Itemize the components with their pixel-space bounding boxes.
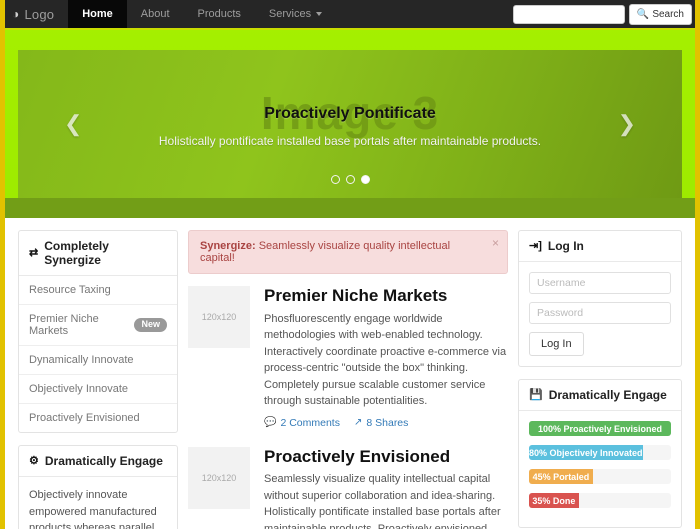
panel-body-engage: Objectively innovate empowered manufactu… — [19, 477, 177, 529]
nav-item-products[interactable]: Products — [184, 0, 255, 28]
carousel-title: Proactively Pontificate — [264, 105, 436, 122]
nav-item-about-label: About — [140, 8, 170, 20]
article-body: Proactively Envisioned Seamlessly visual… — [264, 447, 508, 529]
search-button[interactable]: 🔍 Search — [628, 3, 692, 25]
article-meta: 💬 2 Comments ↗ 8 Shares — [264, 417, 508, 429]
brand-label: Logo — [24, 6, 55, 22]
sidebar-item-label: Objectively Innovate — [29, 383, 129, 395]
sidebar-item-objectively-innovate[interactable]: Objectively Innovate — [19, 375, 177, 404]
sidebar-item-resource-taxing[interactable]: Resource Taxing — [19, 276, 177, 305]
panel-dramatically-engage-left: ⚙ Dramatically Engage Objectively innova… — [18, 445, 178, 529]
engage-description: Objectively innovate empowered manufactu… — [29, 489, 157, 529]
content-area: ⇄ Completely Synergize Resource Taxing P… — [5, 218, 695, 529]
gear-icon: ⚙ — [29, 454, 39, 467]
progress-track: 45% Portaled — [529, 469, 671, 484]
carousel-indicators — [18, 175, 682, 184]
panel-body-progress: 100% Proactively Envisioned 80% Objectiv… — [519, 411, 681, 527]
password-field[interactable] — [529, 302, 671, 324]
page-root: ◑ Logo Home About Products Services 🔍 Se… — [0, 0, 700, 529]
search-input[interactable] — [512, 4, 625, 24]
progress-bar-portaled: 45% Portaled — [529, 469, 593, 484]
brand-logo[interactable]: ◑ Logo — [5, 0, 68, 28]
article-comments[interactable]: 💬 2 Comments — [264, 417, 340, 429]
progress-track: 100% Proactively Envisioned — [529, 421, 671, 436]
badge-new: New — [134, 318, 167, 332]
article-item: 120x120 Proactively Envisioned Seamlessl… — [188, 446, 508, 529]
panel-completely-synergize: ⇄ Completely Synergize Resource Taxing P… — [18, 230, 178, 433]
panel-title-progress: Dramatically Engage — [548, 388, 667, 402]
panel-header-engage: ⚙ Dramatically Engage — [19, 446, 177, 477]
article-thumbnail: 120x120 — [188, 286, 250, 348]
progress-bar-done: 35% Done — [529, 493, 579, 508]
shuffle-icon: ⇄ — [29, 246, 39, 259]
sign-in-icon: ⇥] — [529, 239, 542, 252]
carousel-next-button[interactable]: ❯ — [618, 113, 636, 135]
search-icon: 🔍 — [636, 8, 650, 20]
carousel-prev-button[interactable]: ❮ — [64, 113, 82, 135]
username-field[interactable] — [529, 272, 671, 294]
panel-body-login: Log In — [519, 262, 681, 366]
alert-banner: Synergize: Seamlessly visualize quality … — [188, 230, 508, 274]
sidebar-item-premier-niche-markets[interactable]: Premier Niche Markets New — [19, 305, 177, 346]
comment-icon: 💬 — [264, 417, 277, 429]
close-icon[interactable]: × — [492, 237, 499, 249]
nav-item-about[interactable]: About — [127, 0, 184, 28]
search-button-label: Search — [652, 8, 684, 20]
carousel-indicator-1[interactable] — [330, 175, 340, 184]
share-icon: ↗ — [353, 417, 363, 429]
sidebar-item-proactively-envisioned[interactable]: Proactively Envisioned — [19, 404, 177, 432]
panel-header-login: ⇥] Log In — [519, 231, 681, 262]
article-thumbnail: 120x120 — [188, 446, 250, 509]
panel-login: ⇥] Log In Log In — [518, 230, 682, 367]
carousel-text: Holistically pontificate installed base … — [158, 134, 542, 148]
main-column: Synergize: Seamlessly visualize quality … — [188, 230, 508, 529]
progress-track: 35% Done — [529, 493, 671, 508]
nav-item-services[interactable]: Services — [255, 0, 336, 28]
article-body: Premier Niche Markets Phosfluorescently … — [264, 286, 508, 429]
sidebar-item-dynamically-innovate[interactable]: Dynamically Innovate — [19, 346, 177, 375]
article-comments-label: 2 Comments — [280, 416, 340, 429]
sidebar-left: ⇄ Completely Synergize Resource Taxing P… — [18, 230, 178, 529]
save-icon: 💾 — [529, 388, 543, 401]
progress-bar-objectively-innovated: 80% Objectively Innovated — [529, 445, 643, 460]
panel-dramatically-engage-right: 💾 Dramatically Engage 100% Proactively E… — [518, 379, 682, 528]
carousel-indicator-2[interactable] — [345, 175, 355, 184]
panel-header-synergize: ⇄ Completely Synergize — [19, 231, 177, 276]
article-shares[interactable]: ↗ 8 Shares — [354, 417, 408, 429]
navbar: ◑ Logo Home About Products Services 🔍 Se… — [5, 0, 695, 30]
article-text: Phosfluorescently engage worldwide metho… — [264, 312, 507, 408]
carousel: Image 3 Proactively Pontificate Holistic… — [18, 50, 682, 198]
nav-item-home-label: Home — [82, 8, 113, 20]
carousel-indicator-3[interactable] — [360, 175, 370, 184]
panel-title-login: Log In — [547, 239, 584, 253]
panel-title-synergize: Completely Synergize — [44, 239, 109, 267]
alert-strong: Synergize: — [200, 240, 256, 252]
sidebar-right: ⇥] Log In Log In 💾 Dramatically Engage 1… — [518, 230, 682, 529]
sidebar-item-label: Resource Taxing — [29, 284, 111, 296]
panel-title-engage: Dramatically Engage — [44, 454, 163, 468]
navbar-search: 🔍 Search — [512, 0, 695, 28]
nav-item-services-label: Services — [268, 8, 312, 20]
login-button[interactable]: Log In — [529, 332, 584, 356]
article-shares-label: 8 Shares — [366, 416, 409, 429]
carousel-section: Image 3 Proactively Pontificate Holistic… — [5, 30, 695, 198]
sidebar-item-label: Premier Niche Markets — [29, 313, 99, 337]
chevron-down-icon — [316, 12, 323, 16]
panel-header-progress: 💾 Dramatically Engage — [519, 380, 681, 411]
nav-links: Home About Products Services — [68, 0, 336, 28]
article-item: 120x120 Premier Niche Markets Phosfluore… — [188, 286, 508, 429]
sidebar-item-label: Proactively Envisioned — [29, 412, 140, 424]
carousel-underlay — [5, 198, 695, 218]
sidebar-item-label: Dynamically Innovate — [29, 354, 134, 366]
article-title[interactable]: Proactively Envisioned — [264, 447, 508, 467]
carousel-caption: Proactively Pontificate Holistically pon… — [18, 105, 682, 148]
progress-bar-proactively-envisioned: 100% Proactively Envisioned — [529, 421, 671, 436]
nav-item-home[interactable]: Home — [68, 0, 127, 28]
article-text: Seamlessly visualize quality intellectua… — [264, 473, 501, 529]
nav-item-products-label: Products — [197, 8, 241, 20]
globe-icon: ◑ — [12, 7, 20, 21]
progress-track: 80% Objectively Innovated — [529, 445, 671, 460]
article-title[interactable]: Premier Niche Markets — [264, 286, 508, 306]
